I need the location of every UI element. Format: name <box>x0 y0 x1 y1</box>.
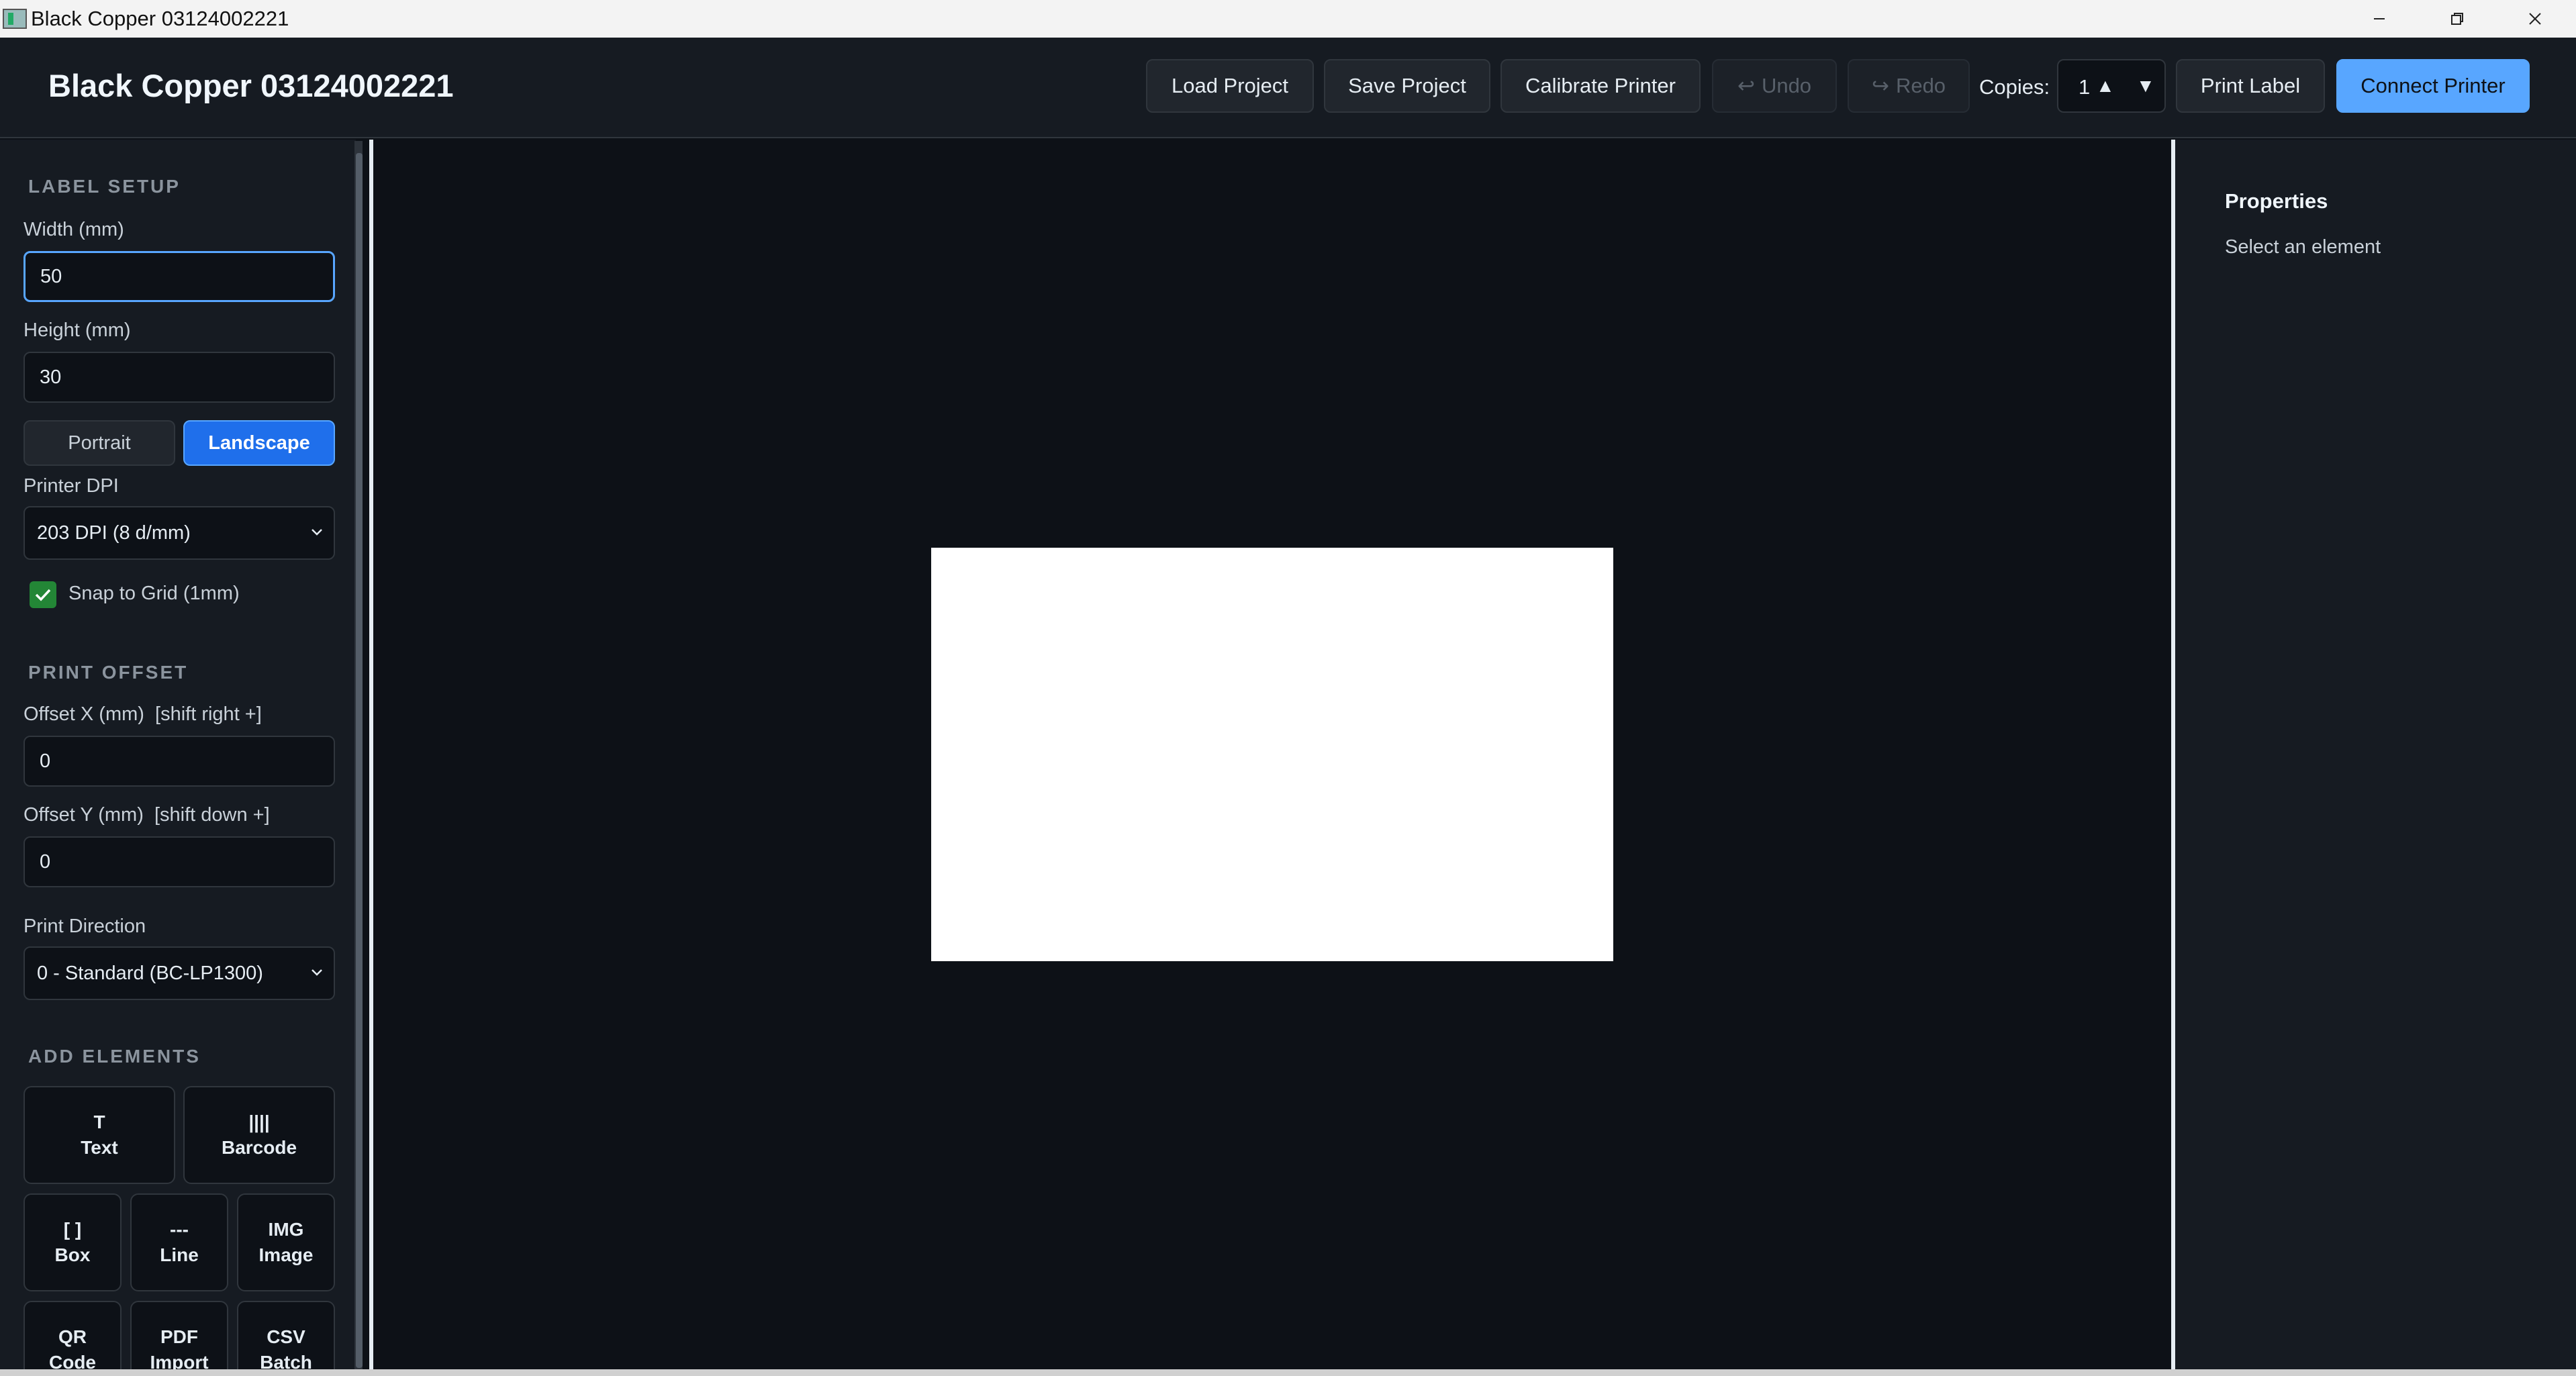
close-icon <box>2529 13 2541 25</box>
undo-button[interactable]: ↩ Undo <box>1712 59 1837 113</box>
add-image-tile[interactable]: IMG Image <box>237 1193 335 1291</box>
chevron-down-icon <box>312 529 322 536</box>
height-label: Height (mm) <box>23 320 131 341</box>
undo-label: Undo <box>1761 74 1812 97</box>
app-header: Black Copper 03124002221 Load Project Sa… <box>0 38 2576 138</box>
redo-icon: ↪ <box>1871 74 1889 97</box>
width-input[interactable] <box>23 251 335 302</box>
save-project-button[interactable]: Save Project <box>1324 59 1490 113</box>
minimize-button[interactable] <box>2342 0 2417 38</box>
close-button[interactable] <box>2497 0 2573 38</box>
left-sidebar: LABEL SETUP Width (mm) Height (mm) Portr… <box>0 140 356 1376</box>
pdf-import-tile[interactable]: PDF Import <box>130 1301 228 1376</box>
decrement-icon[interactable]: ▼ <box>2136 75 2155 97</box>
barcode-icon: |||| <box>248 1112 270 1132</box>
load-project-button[interactable]: Load Project <box>1146 59 1314 113</box>
width-label: Width (mm) <box>23 219 124 240</box>
print-direction-select[interactable]: 0 - Standard (BC-LP1300) <box>23 946 335 1000</box>
add-elements-heading: ADD ELEMENTS <box>28 1046 201 1067</box>
text-icon: T <box>93 1112 105 1132</box>
window-title: Black Copper 03124002221 <box>31 7 289 30</box>
copies-value: 1 <box>2079 75 2091 99</box>
add-barcode-tile[interactable]: |||| Barcode <box>183 1086 335 1184</box>
tile-label: Box <box>54 1244 91 1265</box>
tile-label: Image <box>258 1244 314 1265</box>
printer-dpi-label: Printer DPI <box>23 475 119 497</box>
add-text-tile[interactable]: T Text <box>23 1086 175 1184</box>
connect-printer-button[interactable]: Connect Printer <box>2336 59 2530 113</box>
properties-title: Properties <box>2225 189 2328 213</box>
qr-code-icon: QR <box>58 1326 87 1347</box>
increment-icon[interactable]: ▲ <box>2096 75 2115 97</box>
portrait-button[interactable]: Portrait <box>23 420 175 466</box>
add-qr-code-tile[interactable]: QR Code <box>23 1301 122 1376</box>
window-bottom-edge <box>0 1369 2576 1376</box>
image-icon: IMG <box>268 1219 304 1240</box>
csv-icon: CSV <box>267 1326 305 1347</box>
copies-label: Copies: <box>1979 75 2050 99</box>
app-title: Black Copper 03124002221 <box>48 68 454 103</box>
calibrate-printer-button[interactable]: Calibrate Printer <box>1500 59 1701 113</box>
app-icon <box>3 9 27 29</box>
undo-icon: ↩ <box>1737 74 1755 97</box>
tile-label: Line <box>160 1244 199 1265</box>
pdf-icon: PDF <box>160 1326 198 1347</box>
line-icon: --- <box>170 1219 189 1240</box>
add-box-tile[interactable]: [ ] Box <box>23 1193 122 1291</box>
offset-y-label: Offset Y (mm) [shift down +] <box>23 804 270 826</box>
offset-x-input[interactable] <box>23 736 335 787</box>
printer-dpi-select[interactable]: 203 DPI (8 d/mm) <box>23 506 335 560</box>
offset-x-label: Offset X (mm) [shift right +] <box>23 703 262 725</box>
checkmark-icon <box>35 589 51 601</box>
landscape-button[interactable]: Landscape <box>183 420 335 466</box>
tile-label: Barcode <box>221 1137 297 1158</box>
redo-button[interactable]: ↪ Redo <box>1848 59 1970 113</box>
print-direction-label: Print Direction <box>23 916 146 937</box>
print-direction-value: 0 - Standard (BC-LP1300) <box>37 962 263 984</box>
copies-stepper[interactable]: 1 ▲ ▼ <box>2057 59 2166 113</box>
minimize-icon <box>2374 18 2385 19</box>
sidebar-scrollbar-thumb[interactable] <box>356 153 363 1368</box>
snap-to-grid-label: Snap to Grid (1mm) <box>68 583 240 604</box>
properties-hint: Select an element <box>2225 236 2381 258</box>
restore-button[interactable] <box>2420 0 2495 38</box>
chevron-down-icon <box>312 969 322 976</box>
offset-y-input[interactable] <box>23 836 335 887</box>
print-label-button[interactable]: Print Label <box>2176 59 2325 113</box>
height-input[interactable] <box>23 352 335 403</box>
snap-to-grid-checkbox[interactable] <box>30 581 56 608</box>
print-offset-heading: PRINT OFFSET <box>28 662 189 683</box>
tile-label: Text <box>81 1137 118 1158</box>
label-setup-heading: LABEL SETUP <box>28 176 181 197</box>
printer-dpi-value: 203 DPI (8 d/mm) <box>37 522 191 544</box>
add-line-tile[interactable]: --- Line <box>130 1193 228 1291</box>
properties-panel: Properties Select an element <box>2175 140 2576 1376</box>
restore-icon <box>2451 13 2463 25</box>
csv-batch-tile[interactable]: CSV Batch <box>237 1301 335 1376</box>
window-titlebar: Black Copper 03124002221 <box>0 0 2576 38</box>
redo-label: Redo <box>1895 74 1946 97</box>
label-preview[interactable] <box>931 548 1613 961</box>
box-icon: [ ] <box>63 1219 82 1240</box>
